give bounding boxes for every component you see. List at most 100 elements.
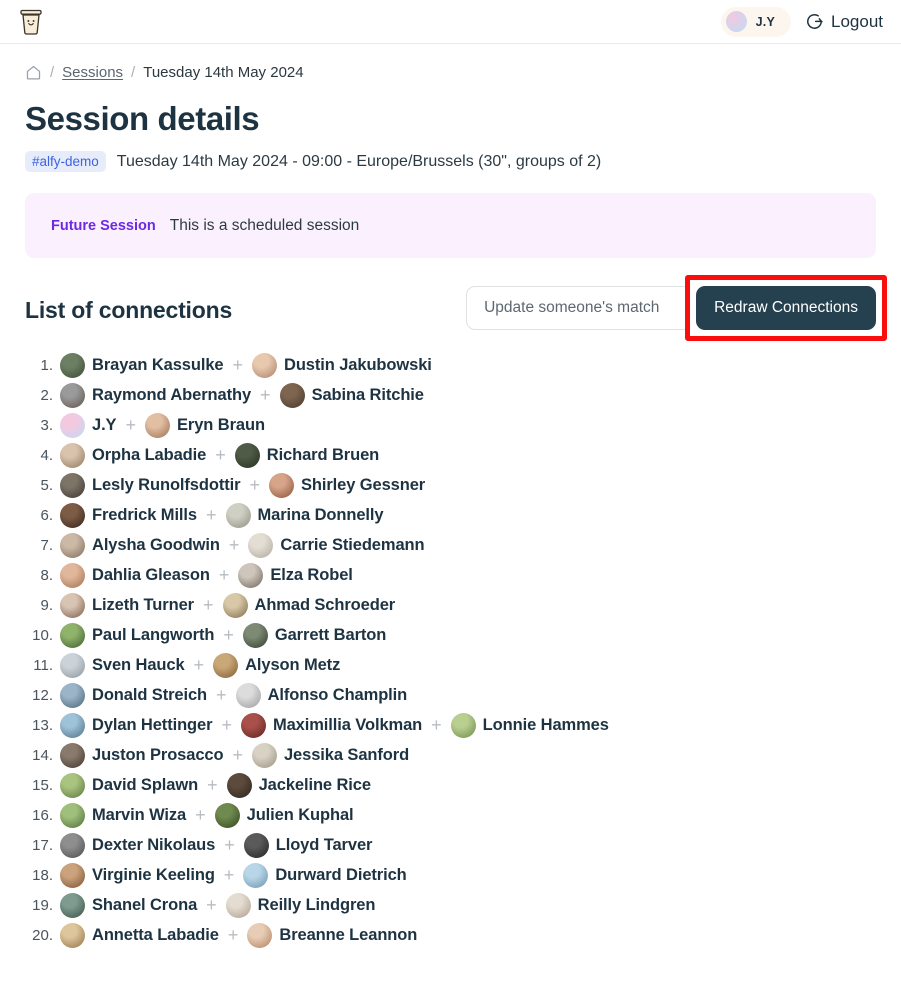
session-meta: #alfy-demo Tuesday 14th May 2024 - 09:00… — [25, 151, 876, 172]
breadcrumb: / Sessions / Tuesday 14th May 2024 — [25, 44, 876, 86]
participant[interactable]: Jackeline Rice — [226, 772, 371, 798]
logout-button[interactable]: Logout — [805, 12, 883, 32]
plus-icon: + — [431, 715, 442, 735]
participant[interactable]: Marvin Wiza — [60, 802, 186, 828]
participant-name: Raymond Abernathy — [92, 385, 252, 404]
connection-row: 11. Sven Hauck + Alyson Metz — [25, 650, 876, 680]
connection-row: 9. Lizeth Turner + Ahmad Schroeder — [25, 590, 876, 620]
avatar — [60, 382, 85, 408]
participant[interactable]: Breanne Leannon — [247, 922, 418, 948]
participant[interactable]: J.Y — [60, 412, 117, 438]
coffee-cup-logo[interactable] — [16, 7, 46, 37]
connection-row: 18. Virginie Keeling + Durward Dietrich — [25, 860, 876, 890]
participant[interactable]: Ahmad Schroeder — [222, 592, 396, 618]
participant[interactable]: Brayan Kassulke — [60, 352, 224, 378]
avatar — [60, 442, 85, 468]
participant[interactable]: Lonnie Hammes — [450, 712, 609, 738]
participant-name: Sabina Ritchie — [311, 385, 424, 404]
connection-index: 18. — [32, 866, 53, 884]
connection-row: 5. Lesly Runolfsdottir + Shirley Gessner — [25, 470, 876, 500]
avatar — [450, 712, 476, 738]
participant-name: Dexter Nikolaus — [92, 835, 216, 854]
participant-name: Eryn Braun — [176, 415, 265, 434]
participant[interactable]: Lesly Runolfsdottir — [60, 472, 241, 498]
participant-name: Ahmad Schroeder — [254, 595, 396, 614]
participant[interactable]: Fredrick Mills — [60, 502, 197, 528]
participant[interactable]: Dahlia Gleason — [60, 562, 210, 588]
connection-row: 15. David Splawn + Jackeline Rice — [25, 770, 876, 800]
participant[interactable]: Carrie Stiedemann — [248, 532, 425, 558]
participant[interactable]: Raymond Abernathy — [60, 382, 252, 408]
participant-name: Virginie Keeling — [92, 865, 215, 884]
participant[interactable]: Dexter Nikolaus — [60, 832, 216, 858]
banner-text: This is a scheduled session — [169, 216, 360, 234]
participant[interactable]: Sven Hauck — [60, 652, 185, 678]
breadcrumb-item-sessions[interactable]: Sessions — [62, 64, 123, 81]
redraw-button-wrapper: Redraw Connections — [685, 275, 887, 341]
participant[interactable]: Orpha Labadie — [60, 442, 207, 468]
connection-index: 20. — [32, 926, 53, 944]
connection-index: 16. — [32, 806, 53, 824]
user-menu[interactable]: J.Y — [720, 6, 791, 37]
connection-index: 2. — [40, 386, 53, 404]
participant[interactable]: Virginie Keeling — [60, 862, 215, 888]
connection-index: 6. — [40, 506, 53, 524]
participant[interactable]: Lizeth Turner — [60, 592, 194, 618]
participant[interactable]: Annetta Labadie — [60, 922, 219, 948]
participant[interactable]: Alysha Goodwin — [60, 532, 220, 558]
avatar — [252, 352, 278, 378]
update-match-input[interactable] — [466, 286, 710, 330]
participant[interactable]: Garrett Barton — [242, 622, 387, 648]
participant[interactable]: Dustin Jakubowski — [252, 352, 432, 378]
participant[interactable]: Richard Bruen — [234, 442, 379, 468]
participant[interactable]: Juston Prosacco — [60, 742, 224, 768]
participant[interactable]: Jessika Sanford — [251, 742, 410, 768]
participant-name: Lesly Runolfsdottir — [92, 475, 241, 494]
avatar — [144, 412, 170, 438]
plus-icon: + — [205, 505, 217, 525]
avatar — [725, 11, 747, 32]
participant-name: Breanne Leannon — [279, 925, 418, 944]
breadcrumb-separator: / — [131, 63, 136, 81]
participant[interactable]: Paul Langworth — [60, 622, 215, 648]
participant[interactable]: Donald Streich — [60, 682, 207, 708]
connection-row: 16. Marvin Wiza + Julien Kuphal — [25, 800, 876, 830]
avatar — [60, 562, 85, 588]
plus-icon: + — [218, 565, 230, 585]
participant[interactable]: Alyson Metz — [213, 652, 340, 678]
coffee-cup-icon — [20, 9, 42, 35]
participant[interactable]: David Splawn — [60, 772, 198, 798]
participant-name: Garrett Barton — [274, 625, 387, 644]
participant[interactable]: Dylan Hettinger — [60, 712, 213, 738]
participant[interactable]: Elza Robel — [238, 562, 353, 588]
avatar — [234, 442, 260, 468]
plus-icon: + — [249, 475, 260, 495]
participant[interactable]: Durward Dietrich — [243, 862, 407, 888]
participant[interactable]: Maximillia Volkman — [240, 712, 422, 738]
redraw-connections-button[interactable]: Redraw Connections — [696, 286, 876, 330]
avatar — [60, 352, 85, 378]
connections-list: 1. Brayan Kassulke + Dustin Jakubowski 2. Ray… — [25, 350, 876, 950]
participant-name: Fredrick Mills — [92, 505, 197, 524]
home-icon[interactable] — [25, 64, 42, 81]
participant-name: Durward Dietrich — [275, 865, 407, 884]
avatar — [60, 802, 85, 828]
participant[interactable]: Shanel Crona — [60, 892, 197, 918]
participant-name: Paul Langworth — [92, 625, 215, 644]
participant[interactable]: Julien Kuphal — [214, 802, 354, 828]
participant[interactable]: Alfonso Champlin — [235, 682, 407, 708]
avatar — [60, 652, 85, 678]
participant[interactable]: Eryn Braun — [144, 412, 265, 438]
participant-name: Jessika Sanford — [283, 745, 410, 764]
session-tag-badge: #alfy-demo — [25, 151, 106, 172]
participant-name: Reilly Lindgren — [257, 895, 376, 914]
participant[interactable]: Lloyd Tarver — [243, 832, 372, 858]
participant[interactable]: Sabina Ritchie — [279, 382, 424, 408]
participant[interactable]: Marina Donnelly — [225, 502, 384, 528]
participant[interactable]: Reilly Lindgren — [225, 892, 376, 918]
participant[interactable]: Shirley Gessner — [268, 472, 425, 498]
avatar — [60, 412, 85, 438]
participant-name: Sven Hauck — [92, 655, 185, 674]
participant-name: Orpha Labadie — [92, 445, 207, 464]
session-subtitle: Tuesday 14th May 2024 - 09:00 - Europe/B… — [116, 152, 602, 170]
